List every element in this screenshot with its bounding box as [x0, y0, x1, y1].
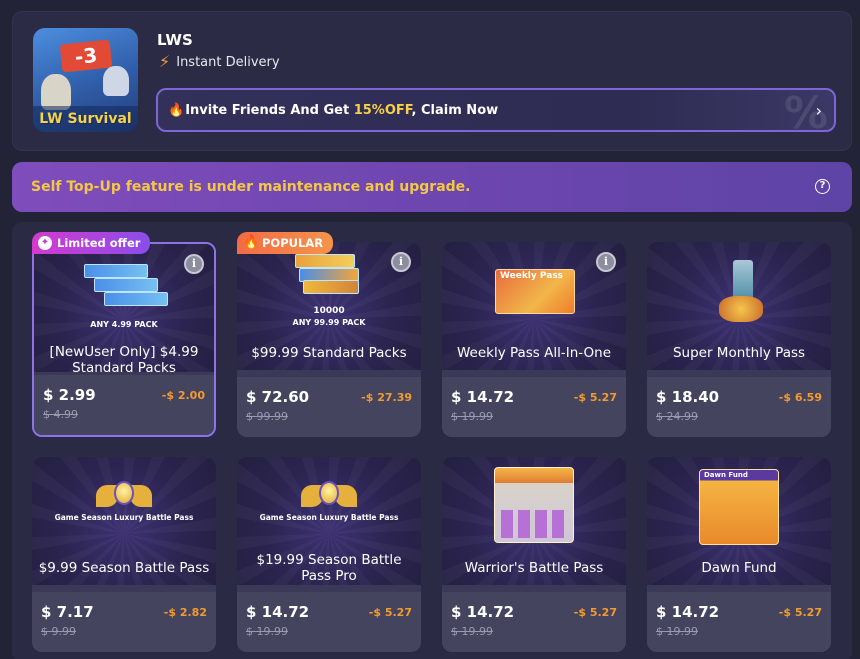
original-price: $ 24.99: [656, 410, 698, 423]
product-title: $19.99 Season Battle Pass Pro: [256, 552, 402, 584]
product-card[interactable]: ANY 4.99 PACK i [NewUser Only] $4.99 Sta…: [32, 242, 216, 437]
product-price: $ 14.72: [451, 388, 515, 406]
icon-brand-text: LW Survival: [33, 106, 138, 132]
product-card[interactable]: Warrior's Battle Pass $ 14.72 $ 19.99 -$…: [442, 457, 626, 652]
price-box: $ 14.72 $ 19.99 -$ 5.27: [647, 592, 831, 652]
product-price: $ 2.99: [43, 386, 96, 404]
game-name: LWS: [157, 31, 193, 49]
maintenance-message: Self Top-Up feature is under maintenance…: [31, 179, 471, 195]
lightning-bolt-icon: ⚡: [159, 52, 171, 71]
art-amount-label: 10000: [313, 306, 345, 316]
price-box: $ 14.72 $ 19.99 -$ 5.27: [237, 592, 421, 652]
maintenance-banner: Self Top-Up feature is under maintenance…: [12, 162, 852, 212]
product-title: $99.99 Standard Packs: [251, 345, 407, 361]
price-box: $ 7.17 $ 9.99 -$ 2.82: [32, 592, 216, 652]
info-icon[interactable]: i: [391, 252, 411, 272]
delivery-info: ⚡ Instant Delivery: [159, 54, 280, 70]
icon-figure-right: [103, 66, 129, 96]
discount-amount: -$ 5.27: [573, 391, 617, 404]
info-icon[interactable]: i: [596, 252, 616, 272]
original-price: $ 99.99: [246, 410, 288, 423]
price-box: $ 14.72 $ 19.99 -$ 5.27: [442, 377, 626, 437]
help-icon[interactable]: ?: [815, 179, 830, 194]
product-card[interactable]: Super Monthly Pass $ 18.40 $ 24.99 -$ 6.…: [647, 242, 831, 437]
original-price: $ 19.99: [451, 625, 493, 638]
art-label: Game Season Luxury Battle Pass: [259, 513, 399, 522]
product-title: $9.99 Season Battle Pass: [38, 560, 210, 576]
medal-image: [96, 481, 152, 513]
product-price: $ 14.72: [451, 603, 515, 621]
product-card[interactable]: Dawn Fund Dawn Fund $ 14.72 $ 19.99 -$ 5…: [647, 457, 831, 652]
info-icon[interactable]: i: [184, 254, 204, 274]
product-card[interactable]: Game Season Luxury Battle Pass $19.99 Se…: [237, 457, 421, 652]
price-box: $ 18.40 $ 24.99 -$ 6.59: [647, 377, 831, 437]
delivery-label: Instant Delivery: [176, 54, 280, 70]
price-box: $ 72.60 $ 99.99 -$ 27.39: [237, 377, 421, 437]
popular-badge: 🔥 POPULAR: [237, 232, 334, 254]
product-price: $ 14.72: [656, 603, 720, 621]
product-price: $ 72.60: [246, 388, 310, 406]
sparkle-icon: ✦: [38, 236, 52, 250]
flame-icon: 🔥: [243, 235, 260, 250]
original-price: $ 9.99: [41, 625, 76, 638]
product-card[interactable]: Game Season Luxury Battle Pass $9.99 Sea…: [32, 457, 216, 652]
weekly-pass-image: Weekly Pass: [495, 269, 575, 314]
product-title: Dawn Fund: [701, 560, 777, 576]
product-grid: ANY 4.99 PACK i [NewUser Only] $4.99 Sta…: [12, 222, 852, 659]
price-box: $ 2.99 $ 4.99 -$ 2.00: [34, 375, 214, 435]
art-label: ANY 99.99 PACK: [292, 318, 366, 327]
discount-amount: -$ 5.27: [573, 606, 617, 619]
original-price: $ 19.99: [246, 625, 288, 638]
warrior-pass-image: [494, 467, 574, 543]
pack-stack-image: [84, 264, 168, 316]
discount-amount: -$ 6.59: [778, 391, 822, 404]
product-title: Warrior's Battle Pass: [464, 560, 604, 576]
product-price: $ 18.40: [656, 388, 720, 406]
product-price: $ 14.72: [246, 603, 310, 621]
product-card[interactable]: 10000 ANY 99.99 PACK i $99.99 Standard P…: [237, 242, 421, 437]
product-title: Super Monthly Pass: [672, 345, 806, 361]
dawn-fund-image: Dawn Fund: [699, 469, 779, 545]
icon-figure-left: [41, 74, 71, 110]
product-price: $ 7.17: [41, 603, 94, 621]
discount-amount: -$ 2.82: [163, 606, 207, 619]
monthly-pass-image: [715, 260, 765, 324]
game-header: -3 LW Survival LWS ⚡ Instant Delivery 🔥 …: [12, 11, 852, 151]
discount-amount: -$ 5.27: [368, 606, 412, 619]
pack-stack-image: [295, 254, 365, 306]
invite-text: Invite Friends And Get 15%OFF, Claim Now: [185, 102, 499, 118]
fire-icon: 🔥: [168, 102, 185, 118]
original-price: $ 19.99: [656, 625, 698, 638]
game-app-icon: -3 LW Survival: [33, 28, 138, 132]
discount-amount: -$ 2.00: [161, 389, 205, 402]
price-box: $ 14.72 $ 19.99 -$ 5.27: [442, 592, 626, 652]
icon-minus-badge: -3: [59, 39, 113, 73]
invite-discount: 15%OFF: [353, 102, 412, 118]
limited-offer-badge: ✦ Limited offer: [32, 232, 151, 254]
product-card[interactable]: Weekly Pass i Weekly Pass All-In-One $ 1…: [442, 242, 626, 437]
art-label: ANY 4.99 PACK: [90, 320, 158, 329]
chevron-right-icon: ›: [815, 101, 822, 120]
invite-friends-button[interactable]: 🔥 Invite Friends And Get 15%OFF, Claim N…: [156, 88, 836, 132]
product-title: [NewUser Only] $4.99 Standard Packs: [49, 344, 199, 376]
original-price: $ 19.99: [451, 410, 493, 423]
medal-image: [301, 481, 357, 513]
product-title: Weekly Pass All-In-One: [456, 345, 612, 361]
discount-amount: -$ 27.39: [361, 391, 412, 404]
discount-amount: -$ 5.27: [778, 606, 822, 619]
original-price: $ 4.99: [43, 408, 78, 421]
art-label: Game Season Luxury Battle Pass: [54, 513, 194, 522]
